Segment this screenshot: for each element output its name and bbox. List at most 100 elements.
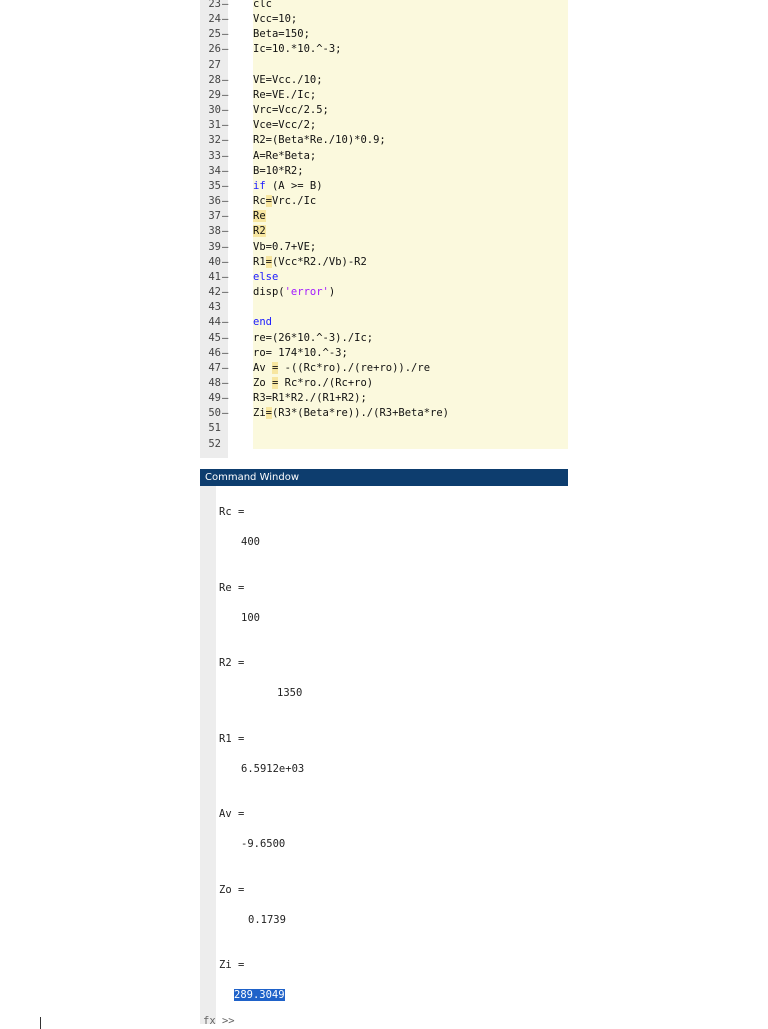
breakpoint-marker[interactable]: – (222, 28, 228, 40)
breakpoint-marker[interactable]: – (222, 0, 228, 10)
breakpoint-marker[interactable]: – (222, 89, 228, 101)
breakpoint-marker[interactable]: – (222, 256, 228, 268)
line-number: 52 (208, 437, 221, 450)
code-text: re=(26*10.^-3)./Ic; (253, 332, 373, 344)
line-number: 31 (208, 119, 221, 132)
breakpoint-marker[interactable]: – (222, 74, 228, 86)
code-text: Vrc=Vcc/2.5; (253, 104, 329, 116)
breakpoint-marker[interactable]: – (222, 362, 228, 374)
code-text: R2=(Beta*Re./10)*0.9; (253, 134, 386, 146)
code-line[interactable]: 43 (200, 301, 568, 316)
line-number: 43 (208, 301, 221, 314)
code-rest: ro= 174*10.^-3; (253, 346, 348, 359)
code-editor[interactable]: 23– clc 24– Vcc=10; 25– Beta=150; 26– Ic=10.*10… (200, 0, 568, 458)
line-number: 50 (208, 407, 221, 420)
code-text: ro= 174*10.^-3; (253, 347, 348, 359)
breakpoint-marker[interactable]: – (222, 347, 228, 359)
line-number: 45 (208, 331, 221, 344)
code-line[interactable]: 42– disp('error') (200, 286, 568, 301)
line-number: 33 (208, 149, 221, 162)
breakpoint-marker[interactable]: – (222, 13, 228, 25)
code-line[interactable]: 44– end (200, 316, 568, 331)
line-number: 46 (208, 346, 221, 359)
code-line[interactable]: 31– Vce=Vcc/2; (200, 119, 568, 134)
breakpoint-marker[interactable]: – (222, 392, 228, 404)
code-text: Vce=Vcc/2; (253, 119, 316, 131)
breakpoint-marker[interactable]: – (222, 43, 228, 55)
code-line[interactable]: 29– Re=VE./Ic; (200, 89, 568, 104)
code-line[interactable]: 40– R1=(Vcc*R2./Vb)-R2 (200, 255, 568, 271)
code-text: else (253, 271, 278, 283)
breakpoint-marker[interactable]: – (222, 119, 228, 131)
code-rest: R2=(Beta*Re./10)*0.9; (253, 134, 386, 147)
code-line[interactable]: 34– B=10*R2; (200, 165, 568, 180)
code-line[interactable]: 48– Zo = Rc*ro./(Rc+ro) (200, 377, 568, 392)
command-prompt: fx >> (203, 1015, 235, 1027)
line-number: 48 (208, 377, 221, 389)
code-line[interactable]: 36– Rc=Vrc./Ic (200, 195, 568, 210)
code-line[interactable]: 38– R2 (200, 225, 568, 240)
code-line[interactable]: 27 (200, 59, 568, 74)
code-line[interactable]: 41– else (200, 271, 568, 286)
code-line[interactable]: 52 (200, 438, 568, 453)
code-text: Zi=(R3*(Beta*re))./(R3+Beta*re) (253, 407, 449, 420)
code-line[interactable]: 33– A=Re*Beta; (200, 150, 568, 165)
line-number: 38 (208, 225, 221, 238)
code-rest: (A >= B) (265, 179, 323, 192)
code-rest: (R3*(Beta*re))./(R3+Beta*re) (271, 407, 449, 420)
breakpoint-marker[interactable]: – (222, 407, 228, 419)
breakpoint-marker[interactable]: – (222, 165, 228, 177)
code-line[interactable]: 46– ro= 174*10.^-3; (200, 347, 568, 362)
code-warning-highlight: R2 (253, 225, 266, 238)
breakpoint-marker[interactable]: – (222, 241, 228, 253)
code-text: B=10*R2; (253, 165, 304, 177)
breakpoint-marker[interactable]: – (222, 377, 228, 389)
line-number: 23 (208, 0, 221, 10)
code-line[interactable]: 35– if (A >= B) (200, 180, 568, 195)
breakpoint-marker[interactable]: – (222, 286, 228, 298)
code-line[interactable]: 26– Ic=10.*10.^-3; (200, 43, 568, 58)
line-number: 26 (208, 43, 221, 56)
code-line[interactable]: 28– VE=Vcc./10; (200, 74, 568, 89)
breakpoint-marker[interactable]: – (222, 104, 228, 116)
code-text: R3=R1*R2./(R1+R2); (253, 392, 367, 404)
code-text: if (A >= B) (253, 180, 323, 192)
code-line[interactable]: 51 (200, 422, 568, 437)
line-number: 47 (208, 361, 221, 374)
breakpoint-marker[interactable]: – (222, 150, 228, 162)
code-line[interactable]: 49– R3=R1*R2./(R1+R2); (200, 392, 568, 407)
line-number: 39 (208, 240, 221, 253)
code-rest: Vrc./Ic (271, 195, 317, 208)
breakpoint-marker[interactable]: – (222, 195, 228, 207)
code-rest: ) (328, 286, 336, 299)
line-number: 42 (208, 286, 221, 299)
code-line[interactable]: 37– Re (200, 210, 568, 225)
code-text: Beta=150; (253, 28, 310, 40)
selected-output-value[interactable]: 289.3049 (234, 989, 285, 1001)
code-line[interactable]: 23– clc (200, 0, 568, 13)
line-number: 41 (208, 270, 221, 283)
breakpoint-marker[interactable]: – (222, 332, 228, 344)
breakpoint-marker[interactable]: – (222, 316, 228, 328)
code-text: disp('error') (253, 286, 335, 298)
code-line[interactable]: 24– Vcc=10; (200, 13, 568, 28)
line-number: 44 (208, 316, 221, 329)
breakpoint-marker[interactable]: – (222, 210, 228, 222)
breakpoint-marker[interactable]: – (222, 271, 228, 283)
code-text: end (253, 316, 272, 328)
breakpoint-marker[interactable]: – (222, 225, 228, 237)
code-line[interactable]: 50– Zi=(R3*(Beta*re))./(R3+Beta*re) (200, 407, 568, 422)
code-line[interactable]: 47– Av = -((Rc*ro)./(re+ro))./re (200, 361, 568, 377)
code-line[interactable]: 45– re=(26*10.^-3)./Ic; (200, 332, 568, 347)
code-line[interactable]: 32– R2=(Beta*Re./10)*0.9; (200, 134, 568, 149)
code-prefix: Zo (253, 377, 272, 389)
code-text: Ic=10.*10.^-3; (253, 43, 342, 55)
breakpoint-marker[interactable]: – (222, 134, 228, 146)
code-line[interactable]: 39– Vb=0.7+VE; (200, 241, 568, 256)
command-window[interactable] (200, 486, 568, 1024)
line-number: 40 (208, 255, 221, 268)
code-line[interactable]: 30– Vrc=Vcc/2.5; (200, 104, 568, 119)
breakpoint-marker[interactable]: – (222, 180, 228, 192)
code-line[interactable]: 25– Beta=150; (200, 28, 568, 43)
code-text: Zo = Rc*ro./(Rc+ro) (253, 377, 373, 389)
